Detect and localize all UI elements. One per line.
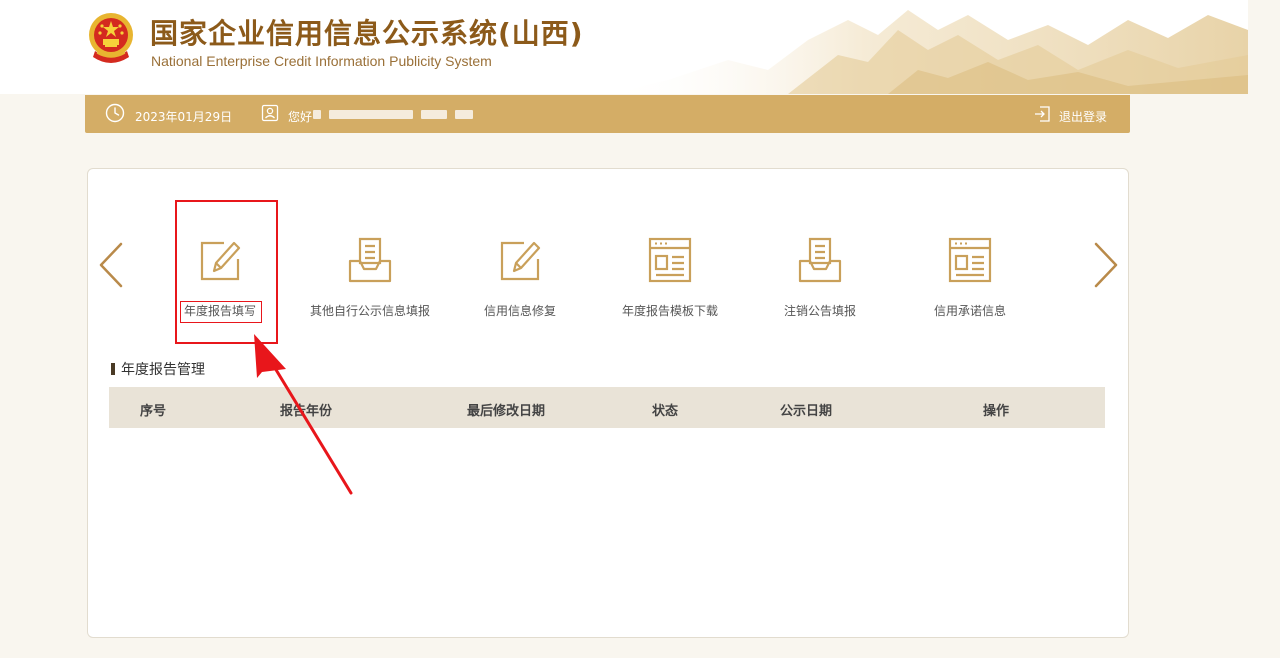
chevron-right-icon xyxy=(1094,242,1118,288)
report-table-header: 序号 报告年份 最后修改日期 状态 公示日期 操作 xyxy=(109,387,1105,428)
edit-icon xyxy=(200,241,241,281)
logout-icon[interactable] xyxy=(1033,105,1051,123)
inbox-document-icon xyxy=(798,237,842,283)
masked-username xyxy=(455,110,473,119)
masked-username xyxy=(421,110,447,119)
greeting-text: 您好 xyxy=(288,110,313,124)
menu-item-label: 信用信息修复 xyxy=(483,304,556,318)
column-header-last-modified: 最后修改日期 xyxy=(466,404,546,419)
menu-item-credit-commitment[interactable]: 信用承诺信息 xyxy=(900,235,1040,319)
site-subtitle: National Enterprise Credit Information P… xyxy=(151,53,492,69)
carousel-next-button[interactable] xyxy=(1092,240,1120,290)
site-header: 国家企业信用信息公示系统(山西) National Enterprise Cre… xyxy=(0,0,1248,94)
section-title: 年度报告管理 xyxy=(111,359,205,379)
column-header-status: 状态 xyxy=(651,404,679,419)
user-info-bar: 2023年01月29日 您好 退出登录 xyxy=(85,95,1130,133)
menu-item-label: 年度报告填写 xyxy=(183,304,256,318)
chevron-left-icon xyxy=(99,242,123,288)
section-title-text: 年度报告管理 xyxy=(121,362,205,378)
menu-item-annual-report[interactable]: 年度报告填写 xyxy=(150,235,290,319)
inbox-document-icon xyxy=(348,237,392,283)
site-title: 国家企业信用信息公示系统(山西) xyxy=(150,17,584,50)
column-header-index: 序号 xyxy=(139,404,167,419)
menu-item-deregistration-notice[interactable]: 注销公告填报 xyxy=(750,235,890,319)
section-marker xyxy=(111,363,115,375)
user-card-icon xyxy=(261,104,279,122)
masked-username xyxy=(329,110,413,119)
carousel-prev-button[interactable] xyxy=(97,240,125,290)
clock-icon xyxy=(105,103,125,123)
edit-icon xyxy=(500,241,541,281)
menu-item-label: 年度报告模板下载 xyxy=(621,304,718,318)
menu-item-template-download[interactable]: 年度报告模板下载 xyxy=(600,235,740,319)
template-window-icon xyxy=(648,237,692,283)
logout-button[interactable]: 退出登录 xyxy=(1059,108,1107,125)
template-window-icon xyxy=(948,237,992,283)
national-emblem-icon xyxy=(89,13,133,63)
current-date: 2023年01月29日 xyxy=(135,110,233,124)
menu-item-label: 注销公告填报 xyxy=(783,304,856,318)
menu-item-credit-repair[interactable]: 信用信息修复 xyxy=(450,235,590,319)
menu-item-label: 信用承诺信息 xyxy=(933,304,1006,318)
menu-item-other-disclosure[interactable]: 其他自行公示信息填报 xyxy=(300,235,440,319)
masked-username xyxy=(313,110,321,119)
menu-item-label: 其他自行公示信息填报 xyxy=(309,304,430,318)
column-header-publish-date: 公示日期 xyxy=(779,404,833,419)
mountain-background-image xyxy=(608,10,1248,94)
column-header-report-year: 报告年份 xyxy=(279,404,333,419)
column-header-actions: 操作 xyxy=(982,404,1010,419)
